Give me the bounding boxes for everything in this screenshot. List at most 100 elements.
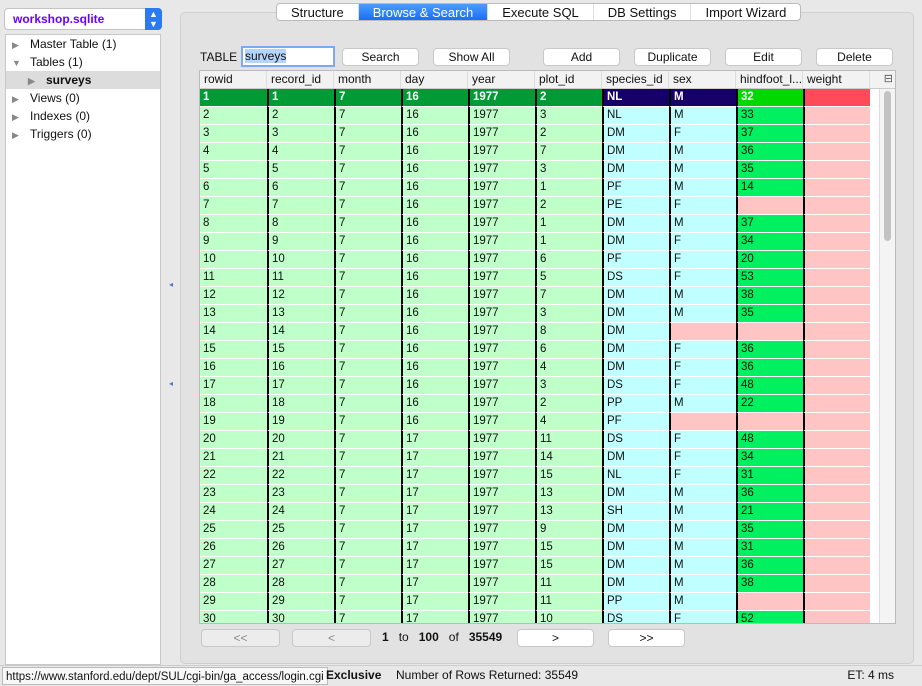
table-cell[interactable]: 3 [267,125,334,143]
table-cell[interactable]: 15 [200,341,267,359]
table-row[interactable]: 5 5 7 16 1977 3 DM M 35 [200,161,895,179]
table-cell[interactable]: 5 [267,161,334,179]
table-cell[interactable]: DS [602,269,669,287]
table-cell[interactable]: F [669,233,736,251]
table-cell[interactable]: 3 [535,305,602,323]
table-cell[interactable]: 21 [200,449,267,467]
table-cell[interactable] [669,323,736,341]
table-cell[interactable]: 31 [736,467,803,485]
table-cell[interactable]: 37 [736,125,803,143]
table-cell[interactable]: 35 [736,305,803,323]
table-cell[interactable]: 7 [334,305,401,323]
table-cell[interactable]: 4 [535,359,602,377]
table-cell[interactable]: 7 [334,197,401,215]
table-cell[interactable]: 35 [736,521,803,539]
table-cell[interactable]: 1977 [468,611,535,623]
table-cell[interactable]: DM [602,557,669,575]
table-row[interactable]: 10 10 7 16 1977 6 PF F 20 [200,251,895,269]
table-cell[interactable]: 7 [334,485,401,503]
table-cell[interactable]: 16 [401,179,468,197]
table-cell[interactable]: DM [602,287,669,305]
table-cell[interactable]: 16 [401,359,468,377]
table-cell[interactable]: 36 [736,341,803,359]
table-cell[interactable] [803,395,870,413]
table-cell[interactable]: M [669,485,736,503]
table-cell[interactable] [803,215,870,233]
disclosure-right-icon[interactable]: ▶ [12,36,30,54]
last-page-button[interactable]: >> [608,629,685,647]
table-cell[interactable]: 13 [200,305,267,323]
search-button[interactable]: Search [342,48,419,66]
table-cell[interactable]: 16 [401,215,468,233]
table-cell[interactable]: 14 [200,323,267,341]
table-cell[interactable]: 16 [401,125,468,143]
table-cell[interactable]: F [669,449,736,467]
table-cell[interactable]: M [669,305,736,323]
table-cell[interactable] [803,575,870,593]
table-cell[interactable]: 14 [535,449,602,467]
table-cell[interactable]: 4 [535,413,602,431]
table-cell[interactable]: DM [602,143,669,161]
first-page-button[interactable]: << [201,629,280,647]
table-cell[interactable]: 7 [334,413,401,431]
table-cell[interactable]: 16 [401,197,468,215]
table-cell[interactable]: M [669,287,736,305]
show-all-button[interactable]: Show All [433,48,510,66]
table-cell[interactable]: 17 [401,503,468,521]
table-cell[interactable]: 8 [200,215,267,233]
table-cell[interactable]: DM [602,305,669,323]
table-cell[interactable]: 7 [334,215,401,233]
table-cell[interactable]: 7 [334,359,401,377]
table-cell[interactable]: DS [602,611,669,623]
table-cell[interactable]: M [669,161,736,179]
table-cell[interactable]: 7 [334,107,401,125]
tree-item-master-table[interactable]: ▶ Master Table (1) [6,35,160,53]
table-cell[interactable]: 2 [535,197,602,215]
table-cell[interactable]: 34 [736,449,803,467]
table-cell[interactable]: 7 [200,197,267,215]
table-cell[interactable]: M [669,395,736,413]
table-cell[interactable]: 7 [334,377,401,395]
tree-item-triggers[interactable]: ▶ Triggers (0) [6,125,160,143]
table-cell[interactable]: 35 [736,161,803,179]
table-cell[interactable] [803,359,870,377]
table-cell[interactable]: F [669,269,736,287]
table-cell[interactable]: 9 [267,233,334,251]
duplicate-button[interactable]: Duplicate [634,48,711,66]
table-cell[interactable]: 2 [200,107,267,125]
table-cell[interactable]: M [669,215,736,233]
table-cell[interactable]: 48 [736,377,803,395]
table-cell[interactable]: 1 [200,89,267,107]
table-cell[interactable]: 1977 [468,395,535,413]
table-cell[interactable]: 10 [535,611,602,623]
table-cell[interactable]: 26 [267,539,334,557]
table-cell[interactable]: 8 [267,215,334,233]
table-cell[interactable]: F [669,251,736,269]
table-cell[interactable] [803,611,870,623]
table-cell[interactable]: 19 [267,413,334,431]
table-cell[interactable]: 16 [401,377,468,395]
table-cell[interactable]: PP [602,593,669,611]
table-cell[interactable] [803,251,870,269]
table-cell[interactable]: 7 [535,287,602,305]
table-cell[interactable]: 1977 [468,197,535,215]
table-cell[interactable]: 5 [200,161,267,179]
table-row[interactable]: 27 27 7 17 1977 15 DM M 36 [200,557,895,575]
table-cell[interactable] [736,323,803,341]
table-cell[interactable]: 1977 [468,341,535,359]
table-cell[interactable]: DM [602,449,669,467]
table-cell[interactable]: 7 [334,539,401,557]
table-cell[interactable]: M [669,521,736,539]
table-cell[interactable]: 16 [401,413,468,431]
table-cell[interactable]: 3 [535,377,602,395]
table-cell[interactable] [803,143,870,161]
table-cell[interactable]: 17 [401,431,468,449]
table-cell[interactable]: 17 [401,557,468,575]
table-cell[interactable]: 7 [334,593,401,611]
table-cell[interactable] [803,503,870,521]
table-cell[interactable] [803,341,870,359]
table-cell[interactable]: DM [602,521,669,539]
table-cell[interactable]: 7 [334,467,401,485]
table-cell[interactable]: DM [602,125,669,143]
table-cell[interactable]: 38 [736,575,803,593]
